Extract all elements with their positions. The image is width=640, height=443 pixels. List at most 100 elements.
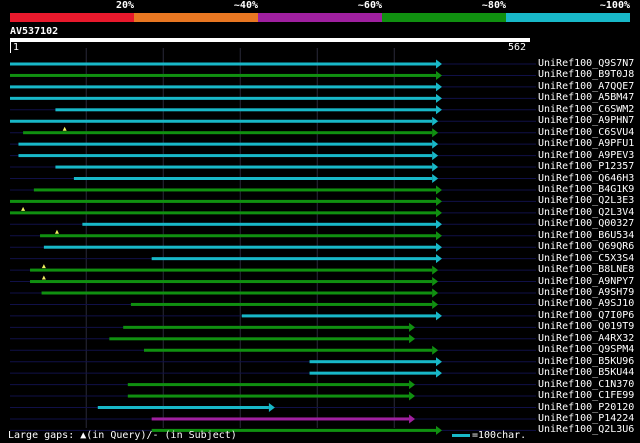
hit-arrow-icon — [436, 254, 442, 264]
hit-arrow-icon — [409, 391, 416, 401]
hit-bar[interactable] — [10, 119, 433, 123]
query-gap-marker-icon — [62, 126, 67, 131]
hit-label[interactable]: UniRef100_C5X3S4 — [538, 253, 634, 264]
hit-bar[interactable] — [10, 199, 436, 203]
hit-bar[interactable] — [82, 222, 437, 226]
hit-arrow-icon — [432, 139, 439, 149]
hit-label[interactable]: UniRef100_P20120 — [538, 402, 634, 413]
gap-legend: Large gaps: ▲(in Query)/- (in Subject) — [8, 430, 237, 441]
hit-bar[interactable] — [23, 131, 433, 135]
hit-arrow-icon — [436, 219, 442, 229]
hit-label[interactable]: UniRef100_A4RX32 — [538, 333, 634, 344]
hit-bar[interactable] — [41, 291, 433, 295]
hit-bar[interactable] — [30, 268, 433, 272]
hit-bar[interactable] — [127, 383, 410, 387]
hit-label[interactable]: UniRef100_A9PHN7 — [538, 115, 634, 126]
hit-bar[interactable] — [73, 177, 433, 180]
hit-bar[interactable] — [18, 142, 433, 146]
hit-label[interactable]: UniRef100_B5KU44 — [538, 367, 634, 378]
hit-arrow-icon — [409, 334, 416, 344]
hit-bar[interactable] — [10, 211, 436, 215]
hit-arrow-icon — [436, 93, 442, 103]
hit-arrow-icon — [432, 288, 439, 298]
hit-bar[interactable] — [127, 394, 410, 398]
query-gap-marker-icon — [54, 229, 59, 234]
hit-arrow-icon — [436, 425, 442, 435]
hit-arrow-icon — [436, 185, 442, 195]
hit-label[interactable]: UniRef100_Q9SPM4 — [538, 344, 634, 355]
hit-label[interactable]: UniRef100_P12357 — [538, 161, 634, 172]
hit-label[interactable]: UniRef100_A9PFU1 — [538, 138, 634, 149]
hit-label[interactable]: UniRef100_A9SH79 — [538, 287, 634, 298]
hit-label[interactable]: UniRef100_Q646H3 — [538, 173, 634, 184]
scale-legend: =100char. — [452, 430, 526, 441]
hit-bar[interactable] — [309, 371, 436, 375]
query-gap-marker-icon — [21, 206, 26, 211]
hit-label[interactable]: UniRef100_A7QQE7 — [538, 81, 634, 92]
hit-label[interactable]: UniRef100_P14224 — [538, 413, 634, 424]
blast-graphic-overview: 20% ~40% ~60% ~80% ~100% AV537102 1 562 … — [0, 0, 640, 443]
hit-bar[interactable] — [10, 85, 436, 89]
hit-arrow-icon — [409, 322, 416, 332]
hit-label[interactable]: UniRef100_Q00327 — [538, 218, 634, 229]
hit-bar[interactable] — [143, 348, 433, 352]
hit-arrow-icon — [432, 174, 439, 183]
hit-bar[interactable] — [151, 257, 437, 261]
hit-bar[interactable] — [43, 245, 436, 249]
hit-label[interactable]: UniRef100_B5KU96 — [538, 356, 634, 367]
hit-bar[interactable] — [10, 62, 436, 66]
hit-arrow-icon — [432, 277, 439, 287]
hit-bar[interactable] — [18, 154, 433, 158]
hit-arrow-icon — [436, 208, 442, 218]
hit-label[interactable]: UniRef100_Q2L3E3 — [538, 195, 634, 206]
hit-label[interactable]: UniRef100_B8LNE8 — [538, 264, 634, 275]
hit-label[interactable]: UniRef100_C1N370 — [538, 379, 634, 390]
hit-arrow-icon — [436, 59, 442, 69]
hit-label[interactable]: UniRef100_Q2L3U6 — [538, 424, 634, 435]
hit-label[interactable]: UniRef100_A9SJ10 — [538, 298, 634, 309]
hit-arrow-icon — [409, 414, 416, 424]
hit-label[interactable]: UniRef100_Q9S7N7 — [538, 58, 634, 69]
hit-arrow-icon — [436, 82, 442, 92]
hit-bar[interactable] — [10, 96, 436, 100]
hit-bar[interactable] — [30, 280, 433, 284]
hit-bar[interactable] — [123, 325, 410, 329]
hit-label[interactable]: UniRef100_Q69QR6 — [538, 241, 634, 252]
hit-bar[interactable] — [151, 417, 410, 421]
hit-label[interactable]: UniRef100_C6SVU4 — [538, 127, 634, 138]
scale-text: =100char. — [472, 430, 527, 441]
hit-arrow-icon — [432, 299, 439, 309]
hit-label[interactable]: UniRef100_C1FE99 — [538, 390, 634, 401]
hit-arrow-icon — [436, 196, 442, 206]
hit-bar[interactable] — [309, 360, 436, 364]
hit-arrow-icon — [436, 368, 442, 378]
scale-swatch — [452, 434, 470, 437]
hit-bar[interactable] — [55, 108, 436, 112]
hit-label[interactable]: UniRef100_Q019T9 — [538, 321, 634, 332]
query-gap-marker-icon — [41, 275, 46, 280]
hit-bar[interactable] — [241, 314, 436, 318]
hit-arrow-icon — [436, 311, 442, 321]
hit-label[interactable]: UniRef100_C6SWM2 — [538, 104, 634, 115]
hit-arrow-icon — [409, 380, 416, 390]
hit-bar[interactable] — [109, 337, 410, 341]
hit-label[interactable]: UniRef100_A5BM47 — [538, 92, 634, 103]
hit-label[interactable]: UniRef100_A9PEV3 — [538, 150, 634, 161]
hit-label[interactable]: UniRef100_B9T0J8 — [538, 69, 634, 80]
hit-label[interactable]: UniRef100_Q2L3V4 — [538, 207, 634, 218]
hit-arrow-icon — [436, 105, 442, 115]
hit-bar[interactable] — [33, 188, 437, 192]
hit-bar[interactable] — [130, 302, 433, 306]
hit-label[interactable]: UniRef100_A9NPY7 — [538, 276, 634, 287]
hit-label[interactable]: UniRef100_Q7I0P6 — [538, 310, 634, 321]
hit-bar[interactable] — [97, 406, 269, 409]
hit-arrow-icon — [432, 116, 439, 126]
hit-bar[interactable] — [40, 234, 437, 238]
hit-label[interactable]: UniRef100_B6U534 — [538, 230, 634, 241]
hit-bar[interactable] — [10, 73, 436, 77]
hit-arrow-icon — [432, 265, 439, 275]
hit-bar[interactable] — [55, 165, 433, 169]
hit-arrow-icon — [432, 128, 439, 138]
hit-label[interactable]: UniRef100_B4G1K9 — [538, 184, 634, 195]
hit-arrow-icon — [268, 403, 275, 412]
